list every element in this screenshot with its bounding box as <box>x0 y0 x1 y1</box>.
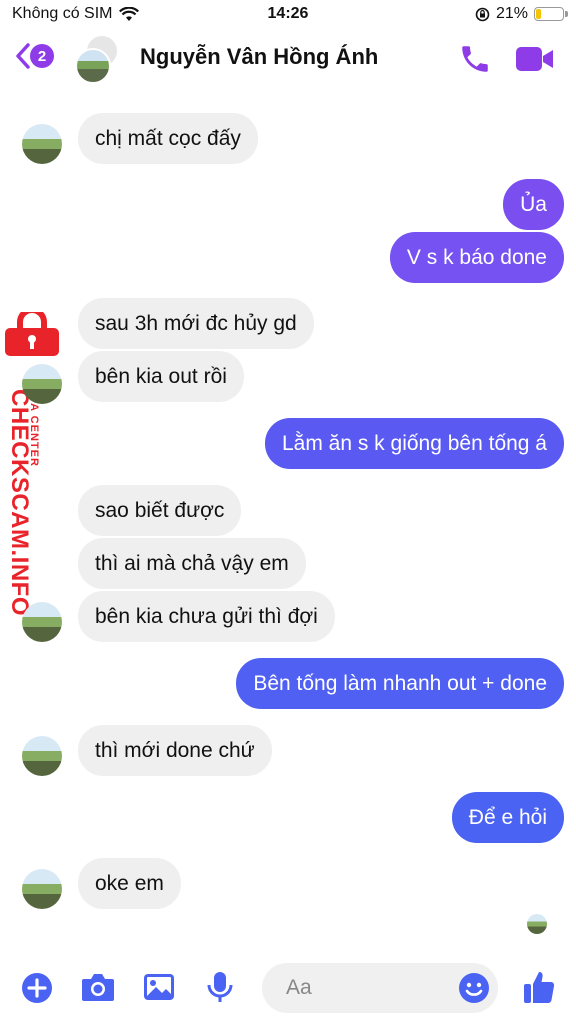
carrier-label: Không có SIM <box>12 5 113 22</box>
message-bubble-incoming[interactable]: thì ai mà chả vậy em <box>78 538 306 589</box>
message-bubble-incoming[interactable]: sau 3h mới đc hủy gd <box>78 298 314 349</box>
sender-avatar[interactable] <box>22 364 62 404</box>
message-bubble-outgoing[interactable]: Ủa <box>503 179 564 230</box>
microphone-icon[interactable] <box>205 970 235 1004</box>
sender-avatar[interactable] <box>22 869 62 909</box>
battery-status: 21% <box>475 5 568 23</box>
sender-avatar[interactable] <box>22 602 62 642</box>
watermark-brand: CHECKSCAM.INFO <box>6 389 33 616</box>
lock-icon <box>5 312 59 356</box>
video-call-icon[interactable] <box>514 42 556 76</box>
message-bubble-incoming[interactable]: sao biết được <box>78 485 242 536</box>
emoji-icon[interactable] <box>458 972 490 1004</box>
contact-name[interactable]: Nguyễn Vân Hồng Ánh <box>140 44 378 70</box>
message-bubble-incoming[interactable]: bên kia chưa gửi thì đợi <box>78 591 335 642</box>
message-bubble-outgoing[interactable]: Bên tống làm nhanh out + done <box>236 658 564 709</box>
message-bubble-incoming[interactable]: oke em <box>78 858 181 909</box>
thumbs-up-icon[interactable] <box>522 969 556 1005</box>
plus-icon[interactable] <box>21 972 53 1004</box>
sender-avatar[interactable] <box>22 124 62 164</box>
status-bar: Không có SIM 14:26 21% <box>0 0 576 30</box>
message-bubble-incoming[interactable]: thì mới done chứ <box>78 725 272 776</box>
message-composer <box>0 955 576 1024</box>
wifi-icon <box>118 6 139 21</box>
message-bubble-outgoing[interactable]: Lằm ăn s k giống bên tống á <box>264 418 564 469</box>
message-input[interactable] <box>284 975 438 1001</box>
contact-avatar[interactable] <box>75 36 117 84</box>
message-bubble-outgoing[interactable]: Để e hỏi <box>451 792 564 843</box>
unread-count-badge: 2 <box>30 44 54 68</box>
camera-icon[interactable] <box>80 971 116 1003</box>
message-bubble-outgoing[interactable]: V s k báo done <box>389 232 564 283</box>
carrier-status: Không có SIM <box>12 5 139 23</box>
phone-icon[interactable] <box>458 42 492 76</box>
message-bubble-incoming[interactable]: bên kia out rồi <box>78 351 244 402</box>
battery-percent: 21% <box>495 5 528 22</box>
message-input-box[interactable] <box>262 963 498 1013</box>
chat-header: 2 Nguyễn Vân Hồng Ánh <box>0 30 576 90</box>
seen-avatar <box>527 914 547 934</box>
back-button[interactable]: 2 <box>14 42 54 70</box>
sender-avatar[interactable] <box>22 736 62 776</box>
gallery-icon[interactable] <box>142 971 176 1003</box>
orientation-lock-icon <box>475 7 490 21</box>
message-bubble-incoming[interactable]: chị mất cọc đấy <box>78 113 258 164</box>
battery-icon <box>534 7 568 21</box>
